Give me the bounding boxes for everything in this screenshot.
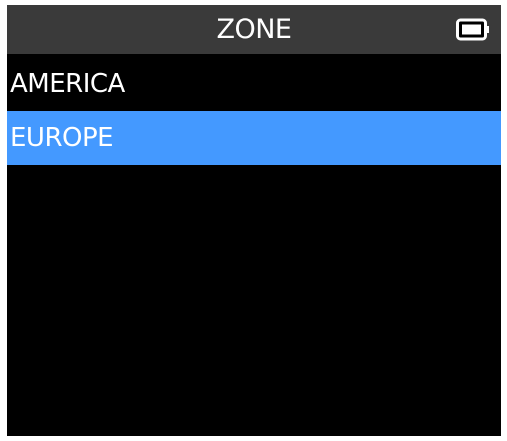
device-screen: ZONE AMERICA EUROPE	[7, 5, 501, 436]
menu-item-label: EUROPE	[10, 123, 114, 153]
menu-item-america[interactable]: AMERICA	[7, 57, 501, 111]
title-bar: ZONE	[7, 5, 501, 54]
battery-icon	[456, 18, 489, 41]
zone-menu: AMERICA EUROPE	[7, 57, 501, 165]
menu-item-label: AMERICA	[10, 69, 125, 99]
menu-item-europe[interactable]: EUROPE	[7, 111, 501, 165]
screen-title: ZONE	[216, 14, 292, 45]
